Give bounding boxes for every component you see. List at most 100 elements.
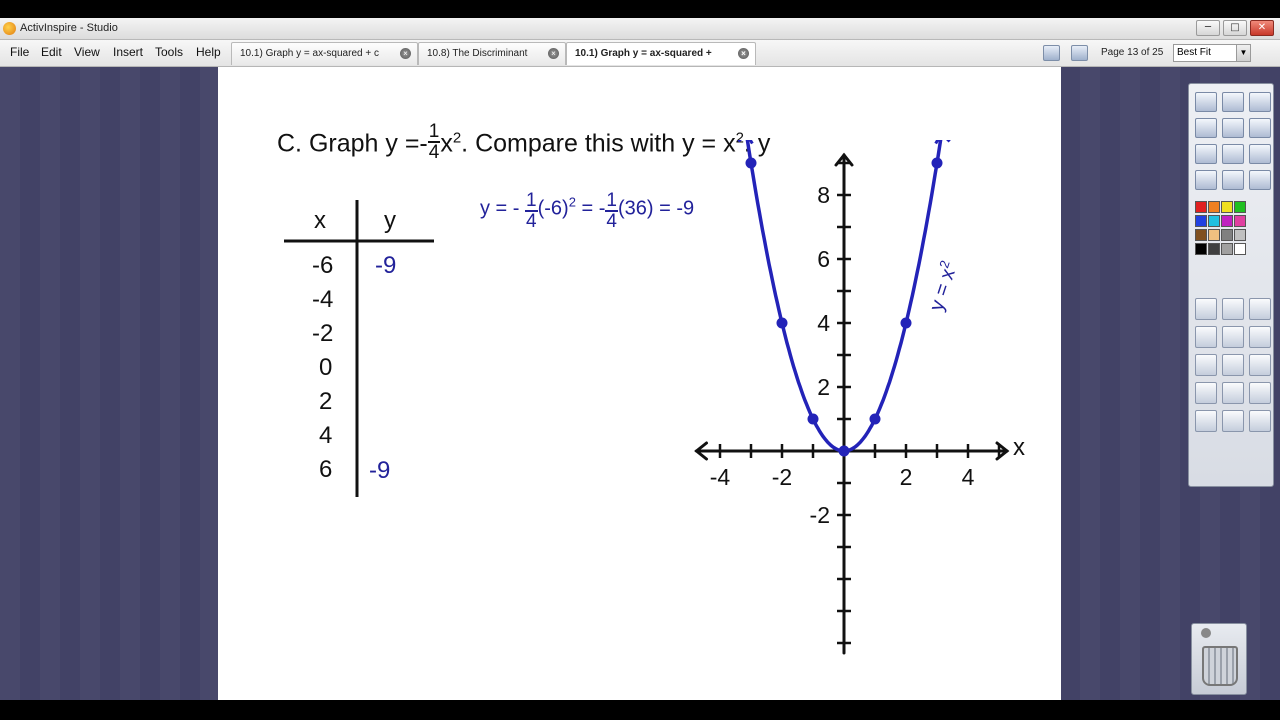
tab-close-icon[interactable]: × [548, 48, 559, 59]
heading-var: x [440, 129, 453, 158]
menu-edit[interactable]: Edit [41, 45, 62, 59]
marquee-icon[interactable] [1195, 382, 1217, 404]
color-swatch[interactable] [1208, 215, 1220, 227]
heading-fraction: 14 [427, 122, 441, 163]
trash-icon[interactable] [1202, 646, 1238, 686]
highlighter-icon[interactable] [1249, 298, 1271, 320]
restore-button[interactable]: □ [1223, 20, 1247, 36]
tab-close-icon[interactable]: × [400, 48, 411, 59]
color-swatch[interactable] [1234, 201, 1246, 213]
table-x-cell: -2 [312, 320, 334, 347]
data-point [807, 413, 819, 425]
color-swatch[interactable] [1221, 215, 1233, 227]
color-swatch[interactable] [1208, 229, 1220, 241]
pen-icon[interactable] [1222, 298, 1244, 320]
home-icon[interactable] [1195, 92, 1217, 112]
color-swatch[interactable] [1221, 243, 1233, 255]
color-swatch[interactable] [1234, 243, 1246, 255]
clone-icon[interactable] [1222, 382, 1244, 404]
heading-sign: - [419, 129, 428, 158]
menu-insert[interactable]: Insert [113, 45, 143, 59]
menu-file[interactable]: File [10, 45, 29, 59]
table-y-cell: -9 [375, 252, 397, 279]
x-tick-label: 2 [900, 464, 913, 490]
redo-arrow-icon[interactable] [1222, 410, 1244, 432]
reveal-icon[interactable] [1195, 170, 1217, 190]
coordinate-graph: -4 -2 2 4 8 6 4 2 -2 x [694, 140, 1025, 655]
flipchart-icon[interactable] [1222, 92, 1244, 112]
tab-close-icon[interactable]: × [738, 48, 749, 59]
color-swatch[interactable] [1234, 215, 1246, 227]
color-swatch[interactable] [1195, 243, 1207, 255]
spotlight-icon[interactable] [1249, 170, 1271, 190]
data-point [931, 157, 943, 169]
x-axis-label: x [1013, 434, 1025, 461]
close-button[interactable]: ✕ [1250, 20, 1274, 36]
browser-icon[interactable] [1195, 118, 1217, 138]
page-prev-icon[interactable] [1222, 118, 1244, 138]
main-toolbox [1188, 83, 1274, 487]
pin-icon[interactable] [1201, 628, 1211, 638]
calc-frac2-num: 1 [605, 190, 618, 212]
camera-icon[interactable] [1222, 170, 1244, 190]
color-swatch[interactable] [1234, 229, 1246, 241]
calc-frac2-den: 4 [606, 211, 617, 232]
calc-fraction-1: 14 [525, 191, 538, 231]
curve-arrow-right [934, 140, 951, 145]
y-tick-label: 4 [817, 310, 830, 336]
calc-eq: = - [581, 197, 606, 220]
table-x-cell: 6 [319, 456, 333, 483]
page-browser-icon[interactable] [1043, 45, 1060, 61]
tab-flipchart-1[interactable]: 10.1) Graph y = ax-squared + c × [231, 42, 418, 65]
data-point [838, 445, 850, 457]
trash-can[interactable] [1191, 623, 1247, 695]
tab-flipchart-3[interactable]: 10.1) Graph y = ax-squared + × [566, 42, 756, 65]
color-swatch[interactable] [1195, 215, 1207, 227]
page-next-icon[interactable] [1249, 118, 1271, 138]
menu-view[interactable]: View [74, 45, 100, 59]
shape-icon[interactable] [1249, 326, 1271, 348]
table-header-y: y [384, 207, 396, 234]
y-tick-label: 6 [817, 246, 830, 272]
menu-tools[interactable]: Tools [155, 45, 183, 59]
activinspire-logo-icon [3, 22, 16, 35]
t-table-lines [284, 200, 434, 497]
text-icon[interactable] [1222, 354, 1244, 376]
color-swatch[interactable] [1221, 201, 1233, 213]
clear-icon[interactable] [1249, 144, 1271, 164]
calc-exp: 2 [568, 194, 576, 210]
delete-icon[interactable] [1249, 410, 1271, 432]
redo-icon[interactable] [1222, 144, 1244, 164]
table-x-cell: 4 [319, 422, 333, 449]
calc-fraction-2: 14 [605, 191, 618, 231]
color-swatch[interactable] [1208, 243, 1220, 255]
heading-exp: 2 [452, 129, 462, 147]
magic-ink-icon[interactable] [1249, 354, 1271, 376]
resource-icon[interactable] [1249, 92, 1271, 112]
duplicate-icon[interactable] [1249, 382, 1271, 404]
color-swatch[interactable] [1208, 201, 1220, 213]
chevron-down-icon: ▼ [1236, 45, 1250, 61]
fill-icon[interactable] [1222, 326, 1244, 348]
undo-arrow-icon[interactable] [1195, 410, 1217, 432]
eraser-icon[interactable] [1195, 326, 1217, 348]
x-tick-label: 4 [962, 464, 975, 490]
table-x-cell: 2 [319, 388, 333, 415]
heading-frac-den: 4 [428, 142, 440, 163]
tab-flipchart-2[interactable]: 10.8) The Discriminant × [418, 42, 566, 65]
window-controls: ─ □ ✕ [1196, 20, 1274, 36]
menu-help[interactable]: Help [196, 45, 221, 59]
color-swatch[interactable] [1195, 229, 1207, 241]
connector-icon[interactable] [1195, 354, 1217, 376]
title-bar: ActivInspire - Studio ─ □ ✕ [0, 18, 1280, 40]
x-tick-label: -4 [710, 464, 731, 490]
color-swatch[interactable] [1221, 229, 1233, 241]
color-swatch[interactable] [1195, 201, 1207, 213]
zoom-select[interactable]: Best Fit ▼ [1173, 44, 1251, 62]
minimize-button[interactable]: ─ [1196, 20, 1220, 36]
table-header-x: x [314, 207, 326, 234]
select-icon[interactable] [1195, 298, 1217, 320]
undo-icon[interactable] [1195, 144, 1217, 164]
menu-bar: File Edit View Insert Tools Help 10.1) G… [0, 40, 1280, 67]
settings-icon[interactable] [1071, 45, 1088, 61]
